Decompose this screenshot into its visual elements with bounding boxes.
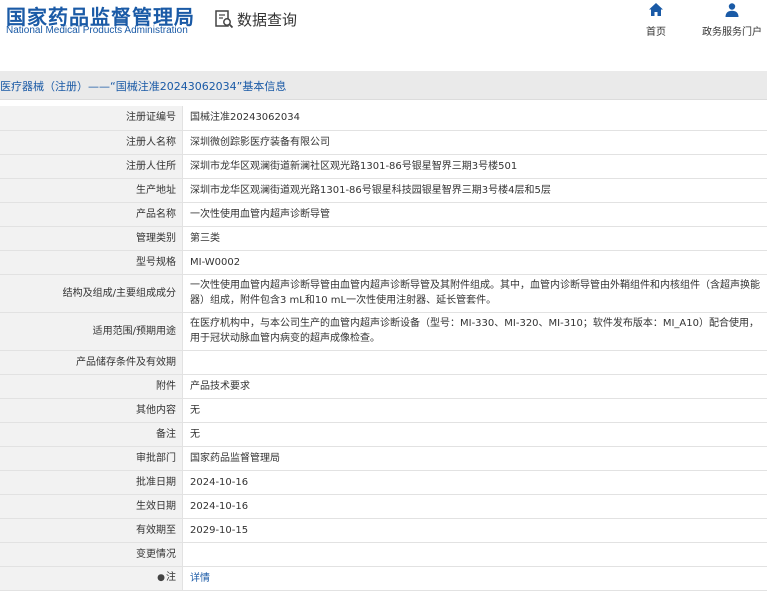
table-row: 产品储存条件及有效期: [0, 350, 767, 375]
table-row: 注册证编号 国械注准20243062034: [0, 106, 767, 131]
field-label: 生产地址: [0, 178, 183, 203]
nav-service-portal-label: 政务服务门户: [702, 27, 762, 38]
note-value: 详情: [182, 566, 767, 591]
field-value: 产品技术要求: [182, 374, 767, 399]
field-label: 结构及组成/主要组成成分: [0, 274, 183, 313]
field-value: 2024-10-16: [182, 494, 767, 519]
field-value: 无: [182, 398, 767, 423]
field-label: 变更情况: [0, 542, 183, 567]
site-header: 国家药品监督管理局 National Medical Products Admi…: [0, 0, 767, 62]
pin-icon: ●: [157, 573, 165, 583]
table-row: 备注无: [0, 422, 767, 447]
field-value: 第三类: [182, 226, 767, 251]
note-label: ●注: [0, 566, 183, 591]
field-label: 备注: [0, 422, 183, 447]
table-row: 注册人名称 深圳微创踪影医疗装备有限公司: [0, 130, 767, 155]
field-value: 在医疗机构中，与本公司生产的血管内超声诊断设备（型号：MI-330、MI-320…: [182, 312, 767, 351]
table-row: 变更情况: [0, 542, 767, 567]
field-label: 注册人名称: [0, 130, 183, 155]
field-value: 一次性使用血管内超声诊断导管由血管内超声诊断导管及其附件组成。其中，血管内诊断导…: [182, 274, 767, 313]
field-value: 无: [182, 422, 767, 447]
document-search-icon: [215, 10, 234, 29]
data-query-title: 数据查询: [214, 7, 297, 31]
note-label-text: 注: [166, 572, 176, 583]
table-row: 型号规格 MI-W0002: [0, 250, 767, 275]
nav-service-portal[interactable]: 政务服务门户: [702, 2, 762, 38]
breadcrumb-text: 医疗器械（注册）——“国械注准20243062034”基本信息: [0, 80, 287, 93]
nav-home-label: 首页: [646, 27, 666, 38]
field-label: 适用范围/预期用途: [0, 312, 183, 351]
field-value: 深圳市龙华区观澜街道新澜社区观光路1301-86号银星智界三期3号楼501: [182, 154, 767, 179]
field-label: 管理类别: [0, 226, 183, 251]
field-label: 产品储存条件及有效期: [0, 350, 183, 375]
field-value: [182, 542, 767, 567]
data-query-label: 数据查询: [237, 10, 298, 29]
nav-home[interactable]: 首页: [646, 2, 666, 38]
registration-info-table: 注册证编号 国械注准20243062034 注册人名称 深圳微创踪影医疗装备有限公司…: [0, 106, 767, 591]
table-row: 审批部门 国家药品监督管理局: [0, 446, 767, 471]
field-label: 其他内容: [0, 398, 183, 423]
details-link[interactable]: 详情: [190, 573, 210, 584]
field-label: 附件: [0, 374, 183, 399]
breadcrumb: 医疗器械（注册）——“国械注准20243062034”基本信息: [0, 71, 767, 100]
field-label: 审批部门: [0, 446, 183, 471]
field-label: 注册证编号: [0, 106, 183, 131]
table-row: 其他内容无: [0, 398, 767, 423]
field-label: 注册人住所: [0, 154, 183, 179]
field-label: 有效期至: [0, 518, 183, 543]
site-logo-en: National Medical Products Administration: [6, 25, 188, 36]
table-row: 生产地址 深圳市龙华区观澜街道观光路1301-86号银星科技园银星智界三期3号楼4…: [0, 178, 767, 203]
table-row: 有效期至 2029-10-15: [0, 518, 767, 543]
table-row: 结构及组成/主要组成成分 一次性使用血管内超声诊断导管由血管内超声诊断导管及其附件…: [0, 274, 767, 313]
field-value: 深圳市龙华区观澜街道观光路1301-86号银星科技园银星智界三期3号楼4层和5层: [182, 178, 767, 203]
table-row: 产品名称 一次性使用血管内超声诊断导管: [0, 202, 767, 227]
table-row: 管理类别 第三类: [0, 226, 767, 251]
table-row: 适用范围/预期用途 在医疗机构中，与本公司生产的血管内超声诊断设备（型号：MI-3…: [0, 312, 767, 351]
note-row: ●注 详情: [0, 566, 767, 591]
user-icon: [725, 3, 739, 17]
field-value: MI-W0002: [182, 250, 767, 275]
field-value: 2029-10-15: [182, 518, 767, 543]
table-row: 生效日期 2024-10-16: [0, 494, 767, 519]
field-label: 产品名称: [0, 202, 183, 227]
table-row: 附件 产品技术要求: [0, 374, 767, 399]
field-value: 一次性使用血管内超声诊断导管: [182, 202, 767, 227]
field-value: 国家药品监督管理局: [182, 446, 767, 471]
table-row: 注册人住所 深圳市龙华区观澜街道新澜社区观光路1301-86号银星智界三期3号楼5…: [0, 154, 767, 179]
table-row: 批准日期 2024-10-16: [0, 470, 767, 495]
field-value: 2024-10-16: [182, 470, 767, 495]
field-value: 深圳微创踪影医疗装备有限公司: [182, 130, 767, 155]
home-icon: [649, 3, 663, 16]
field-label: 批准日期: [0, 470, 183, 495]
field-value: 国械注准20243062034: [182, 106, 767, 131]
field-label: 型号规格: [0, 250, 183, 275]
field-value: [182, 350, 767, 375]
field-label: 生效日期: [0, 494, 183, 519]
